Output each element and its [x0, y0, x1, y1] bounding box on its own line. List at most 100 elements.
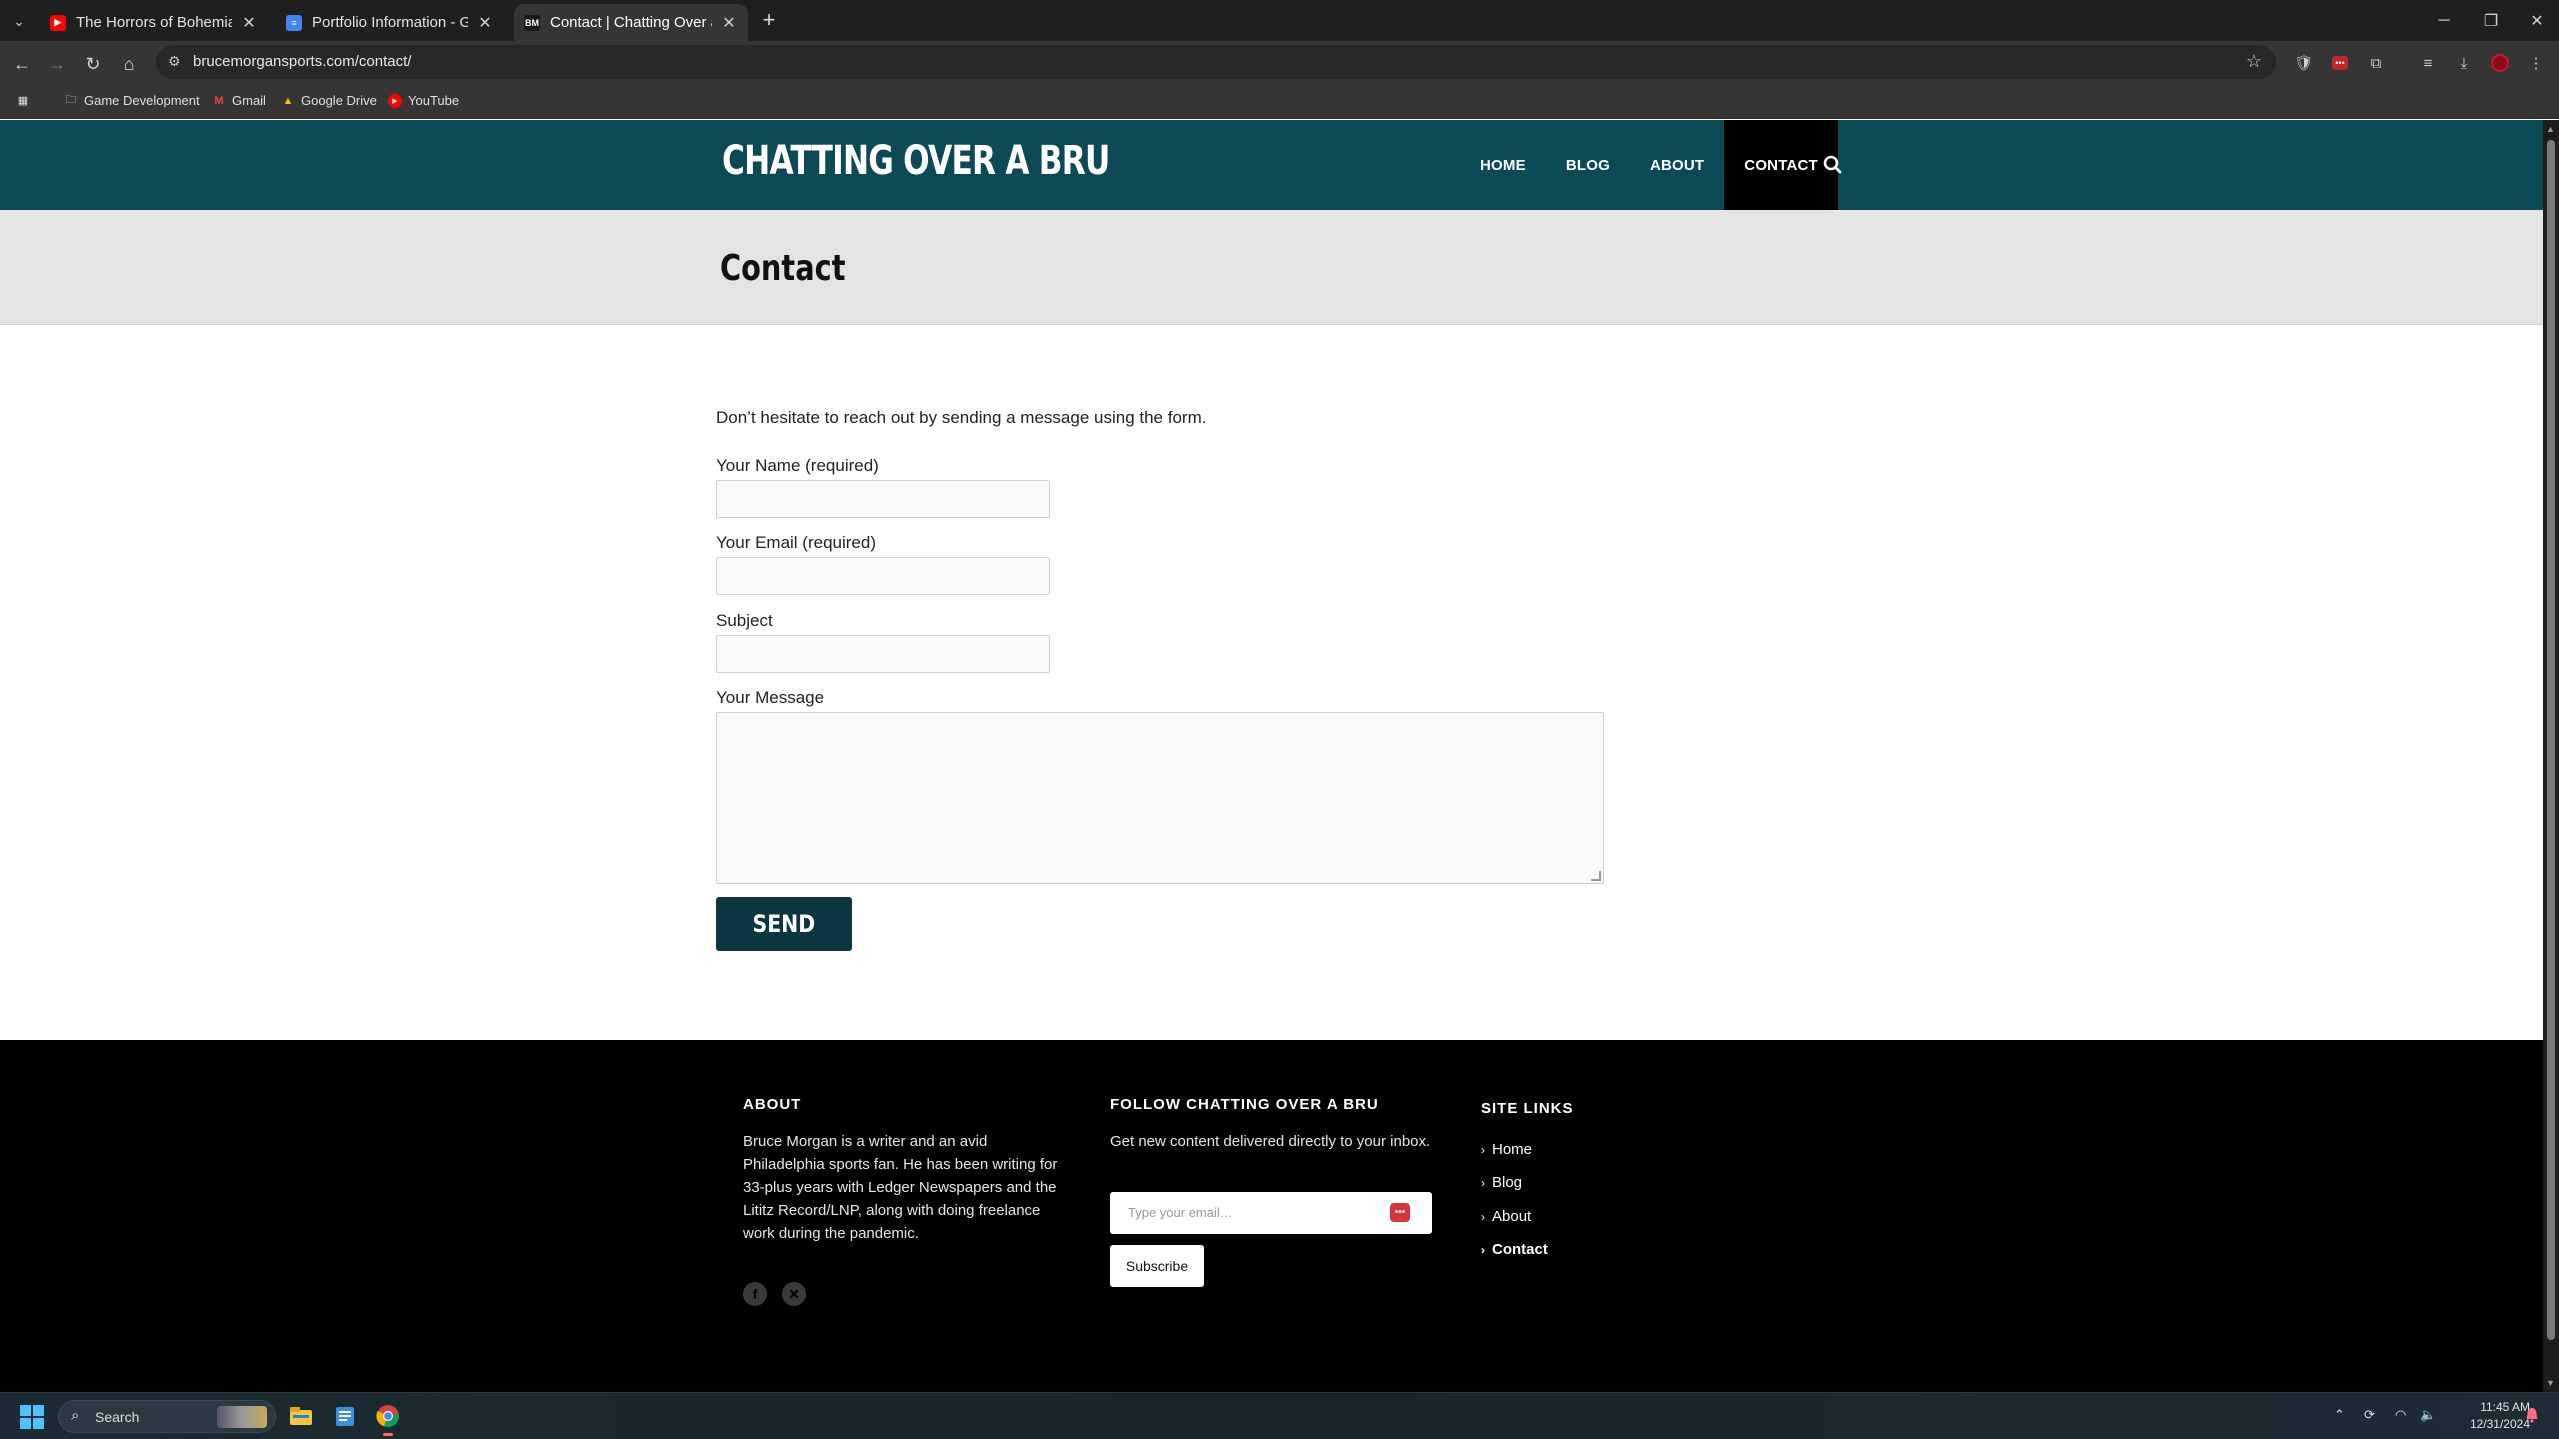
message-textarea[interactable] — [716, 712, 1604, 884]
subject-input[interactable] — [716, 635, 1050, 673]
footer-link-label: Home — [1492, 1141, 1533, 1158]
google-drive-icon: ▲ — [282, 94, 294, 107]
search-highlight-image — [217, 1406, 267, 1428]
password-manager-icon[interactable]: ••• — [1390, 1203, 1410, 1222]
bookmark-gmail[interactable]: M Gmail — [212, 93, 266, 108]
close-tab-icon[interactable]: ✕ — [240, 13, 258, 33]
bookmark-label: YouTube — [408, 93, 460, 108]
scrollbar-thumb[interactable] — [2547, 140, 2555, 1340]
name-input[interactable] — [716, 480, 1050, 518]
bookmark-label: Google Drive — [301, 93, 377, 108]
media-controls-icon[interactable]: ≡ — [2416, 51, 2440, 75]
windows-start-icon[interactable] — [20, 1405, 44, 1429]
notification-bell-icon[interactable] — [2525, 1407, 2539, 1423]
reload-icon[interactable]: ↻ — [78, 49, 108, 79]
close-window-icon[interactable]: ✕ — [2508, 0, 2559, 41]
site-info-icon[interactable]: ⚙ — [168, 53, 181, 70]
chevron-right-icon: › — [1481, 1142, 1485, 1157]
subscribe-email-input[interactable]: Type your email… ••• — [1110, 1192, 1432, 1234]
downloads-icon[interactable]: ⤓ — [2452, 51, 2476, 75]
file-explorer-icon[interactable] — [286, 1401, 316, 1431]
footer-links-heading: SITE LINKS — [1481, 1100, 1574, 1117]
volume-icon[interactable]: 🔈 — [2420, 1407, 2436, 1423]
password-manager-icon[interactable]: ••• — [2328, 51, 2352, 75]
main-nav: HOME BLOG ABOUT CONTACT — [1460, 120, 1838, 210]
footer-link-contact[interactable]: › Contact — [1481, 1241, 1548, 1258]
page-scrollbar[interactable]: ▲ ▼ — [2543, 120, 2559, 1392]
bookmark-google-drive[interactable]: ▲ Google Drive — [281, 93, 377, 108]
tab-title: Contact | Chatting Over a Bru — [550, 14, 712, 31]
page-title: Contact — [720, 248, 846, 289]
site-header: CHATTING OVER A BRU HOME BLOG ABOUT CONT… — [0, 120, 2543, 210]
home-icon[interactable]: ⌂ — [114, 49, 144, 79]
back-icon[interactable]: ← — [7, 49, 37, 79]
chevron-right-icon: › — [1481, 1175, 1485, 1190]
forward-icon[interactable]: → — [42, 49, 72, 79]
show-hidden-icons-chevron-icon[interactable]: ⌃ — [2334, 1407, 2345, 1423]
youtube-icon: ▶ — [50, 14, 66, 31]
notepad-icon[interactable] — [330, 1401, 360, 1431]
footer-link-about[interactable]: › About — [1481, 1208, 1531, 1225]
address-bar[interactable]: ⚙ brucemorgansports.com/contact/ ☆ — [156, 45, 2276, 79]
bookmark-youtube[interactable]: ▶ YouTube — [388, 93, 459, 108]
taskbar-search-label: Search — [95, 1409, 140, 1425]
site-footer: ABOUT Bruce Morgan is a writer and an av… — [0, 1040, 2543, 1392]
bookmark-game-development[interactable]: 🗀 Game Development — [64, 93, 200, 108]
page-viewport: CHATTING OVER A BRU HOME BLOG ABOUT CONT… — [0, 120, 2543, 1392]
close-tab-icon[interactable]: ✕ — [720, 13, 738, 33]
profile-avatar[interactable] — [2488, 51, 2512, 75]
bookmarks-bar: ▦ 🗀 Game Development M Gmail ▲ Google Dr… — [0, 85, 2559, 119]
scroll-down-icon[interactable]: ▼ — [2546, 1378, 2555, 1388]
system-clock[interactable]: 11:45 AM 12/31/2024 — [2440, 1399, 2530, 1433]
browser-tab-contact[interactable]: BM Contact | Chatting Over a Bru ✕ — [514, 4, 748, 41]
facebook-icon[interactable]: f — [743, 1282, 767, 1306]
page-title-bar: Contact — [0, 210, 2543, 325]
menu-kebab-icon[interactable]: ⋮ — [2524, 51, 2548, 75]
taskbar-search[interactable]: ⌕ Search — [58, 1400, 276, 1433]
bookmark-star-icon[interactable]: ☆ — [2246, 51, 2262, 72]
name-label: Your Name (required) — [716, 456, 879, 475]
chrome-icon[interactable] — [373, 1401, 403, 1436]
footer-follow-text: Get new content delivered directly to yo… — [1110, 1133, 1431, 1150]
browser-tab-docs[interactable]: ≡ Portfolio Information - Google ✕ — [276, 4, 504, 41]
email-label: Your Email (required) — [716, 533, 876, 552]
url-text: brucemorgansports.com/contact/ — [193, 53, 412, 70]
site-logo[interactable]: CHATTING OVER A BRU — [722, 138, 1110, 184]
tab-search-chevron-icon[interactable]: ⌄ — [6, 8, 32, 34]
extensions-puzzle-icon[interactable]: ⧉ — [2364, 51, 2388, 75]
nav-blog[interactable]: BLOG — [1546, 120, 1630, 210]
search-icon: ⌕ — [71, 1407, 80, 1424]
close-tab-icon[interactable]: ✕ — [476, 13, 494, 33]
chevron-right-icon: › — [1481, 1209, 1485, 1224]
extension-icon[interactable]: 🛡 — [2292, 51, 2316, 75]
windows-taskbar: ⌕ Search ⌃ ⟳ ◠ 🔈 11:45 AM 12/31/2024 — [0, 1392, 2559, 1439]
footer-follow-heading: FOLLOW CHATTING OVER A BRU — [1110, 1096, 1379, 1113]
footer-link-home[interactable]: › Home — [1481, 1141, 1532, 1158]
scroll-up-icon[interactable]: ▲ — [2546, 124, 2555, 134]
browser-tab-youtube[interactable]: ▶ The Horrors of Bohemian Grove ✕ — [40, 4, 268, 41]
search-icon[interactable] — [1822, 154, 1844, 176]
new-tab-button[interactable]: + — [756, 8, 782, 34]
apps-grid-icon[interactable]: ▦ — [16, 93, 36, 107]
intro-text: Don’t hesitate to reach out by sending a… — [716, 408, 1207, 427]
clock-time: 11:45 AM — [2480, 1400, 2530, 1414]
message-label: Your Message — [716, 688, 825, 707]
footer-link-label: About — [1492, 1208, 1532, 1225]
sync-icon[interactable]: ⟳ — [2364, 1407, 2375, 1423]
resize-handle-icon[interactable] — [1591, 871, 1601, 881]
nav-about[interactable]: ABOUT — [1630, 120, 1724, 210]
browser-toolbar: ← → ↻ ⌂ ⚙ brucemorgansports.com/contact/… — [0, 41, 2559, 85]
wifi-icon[interactable]: ◠ — [2395, 1407, 2406, 1423]
nav-contact[interactable]: CONTACT — [1724, 120, 1838, 210]
footer-link-blog[interactable]: › Blog — [1481, 1174, 1522, 1191]
site-favicon: BM — [524, 14, 540, 31]
footer-about-text: Bruce Morgan is a writer and an avid Phi… — [743, 1133, 1058, 1242]
send-button[interactable]: SEND — [716, 897, 852, 951]
tab-title: Portfolio Information - Google — [312, 14, 468, 31]
x-icon[interactable]: ✕ — [782, 1282, 806, 1306]
email-input[interactable] — [716, 557, 1050, 595]
bookmark-label: Gmail — [232, 93, 266, 108]
chevron-right-icon: › — [1481, 1242, 1485, 1257]
nav-home[interactable]: HOME — [1460, 120, 1546, 210]
subscribe-button[interactable]: Subscribe — [1110, 1245, 1204, 1287]
